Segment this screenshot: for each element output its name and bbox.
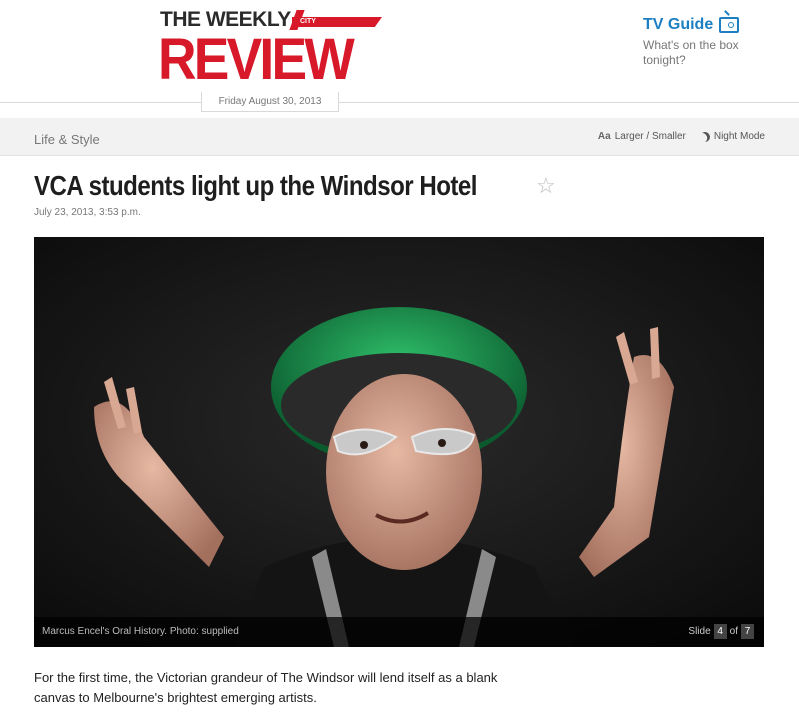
slide-total: 7 <box>741 624 754 639</box>
masthead-date: Friday August 30, 2013 <box>201 92 339 112</box>
star-icon[interactable]: ☆ <box>536 174 556 198</box>
reading-tools: Aa Larger / Smaller Night Mode <box>598 131 765 142</box>
article-dateline: July 23, 2013, 3:53 p.m. <box>34 207 141 218</box>
tv-icon <box>719 17 740 33</box>
night-mode-toggle[interactable]: Night Mode <box>700 131 765 142</box>
logo-review-text: REVIEW <box>158 27 355 92</box>
photo-caption: Marcus Encel's Oral History. Photo: supp… <box>42 626 239 637</box>
text-size-icon: Aa <box>597 131 611 142</box>
tv-guide-promo[interactable]: TV Guide What's on the box tonight? <box>643 16 783 68</box>
article-headline: VCA students light up the Windsor Hotel <box>34 170 477 201</box>
tv-guide-subtitle[interactable]: What's on the box tonight? <box>643 38 753 68</box>
section-bar: Life & Style Aa Larger / Smaller Night M… <box>0 118 799 156</box>
tv-guide-title[interactable]: TV Guide <box>643 16 783 34</box>
night-mode-label[interactable]: Night Mode <box>714 131 765 142</box>
slide-of-label: of <box>729 626 738 637</box>
caption-bar: Marcus Encel's Oral History. Photo: supp… <box>34 617 764 647</box>
tv-guide-label[interactable]: TV Guide <box>643 16 713 34</box>
gallery-photo[interactable]: Marcus Encel's Oral History. Photo: supp… <box>34 237 764 647</box>
logo-city-text: CITY <box>300 18 316 25</box>
text-size-label[interactable]: Larger / Smaller <box>615 131 686 142</box>
moon-icon <box>698 130 711 143</box>
text-size-toggle[interactable]: Aa Larger / Smaller <box>598 131 686 142</box>
section-label[interactable]: Life & Style <box>34 132 100 147</box>
photo-illustration <box>34 237 764 647</box>
slide-label: Slide <box>688 626 711 637</box>
article-lead: For the first time, the Victorian grande… <box>34 670 498 705</box>
slide-current: 4 <box>713 624 727 639</box>
logo-city-tag: CITY <box>292 17 382 27</box>
masthead-divider <box>0 102 799 103</box>
site-logo[interactable]: THE WEEKLY CITY REVIEW <box>158 8 382 92</box>
masthead: THE WEEKLY CITY REVIEW TV Guide What's o… <box>0 0 799 112</box>
slide-counter: Slide 4 of 7 <box>688 624 754 639</box>
